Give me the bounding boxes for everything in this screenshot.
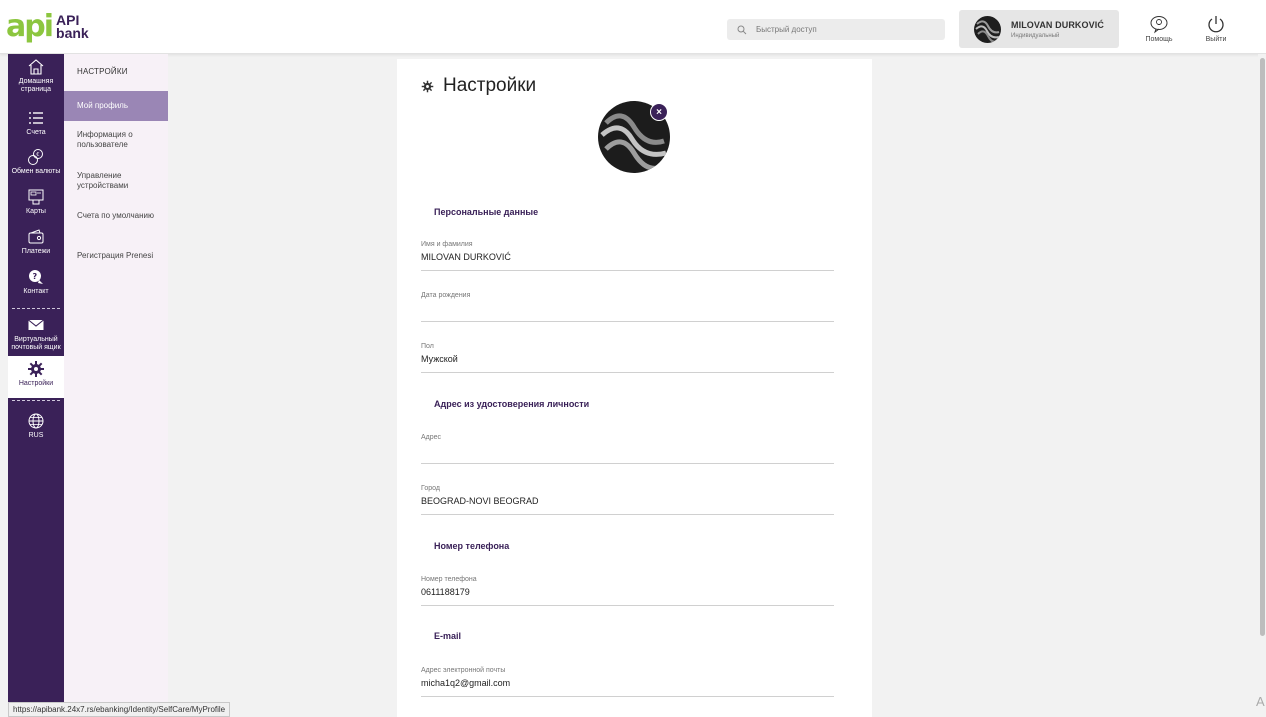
nav-contact-label: Контакт [23,288,49,295]
nav-settings-content: Настройки [8,360,64,388]
settings-gear-icon [421,80,434,92]
full-name-value: MILOVAN DURKOVIĆ [421,252,511,262]
nav-home-label: Домашняя страница [18,78,54,93]
email-label: Адрес электронной почты [421,667,506,674]
settings-submenu: НАСТРОЙКИ Мой профиль Информация о польз… [64,54,168,702]
birth-date-label: Дата рождения [421,292,471,299]
remove-avatar-button[interactable]: × [650,103,668,121]
list-icon [29,112,43,124]
home-icon [28,59,44,75]
power-icon [1208,16,1224,33]
nav-cards-label: Карты [26,208,46,215]
globe-icon [28,413,44,429]
nav-settings[interactable]: Настройки [8,356,64,398]
city-field[interactable]: Город BEOGRAD-NOVI BEOGRAD [421,485,834,515]
submenu-default-accounts[interactable]: Счета по умолчанию [64,211,168,221]
phone-value: 0611188179 [421,587,470,597]
city-label: Город [421,485,440,492]
quick-access-search[interactable]: Быстрый доступ [727,19,945,40]
page-title-text: Настройки [443,75,537,96]
city-value: BEOGRAD-NOVI BEOGRAD [421,496,539,506]
birth-date-field[interactable]: Дата рождения [421,292,834,322]
full-name-label: Имя и фамилия [421,241,473,248]
logo-text: API bank [56,13,89,41]
nav-divider [12,308,60,309]
logo-line-2: bank [56,25,89,41]
submenu-user-info[interactable]: Информация о пользователе [64,130,168,150]
section-id-address: Адрес из удостоверения личности [434,399,590,409]
nav-currency-exchange[interactable]: € Обмен валюты [8,148,64,176]
nav-settings-label: Настройки [18,380,54,387]
search-icon [737,25,747,34]
gender-value: Мужской [421,354,458,364]
logo-mark: api [6,9,54,44]
currency-exchange-icon: € [28,149,43,165]
profile-card: Настройки × Персональные данные Имя и фа… [397,59,872,717]
logout-label: Выйти [1205,36,1227,43]
nav-mailbox-label: Виртуальный почтовый ящик [11,336,61,351]
user-avatar [974,16,1001,43]
nav-language[interactable]: RUS [8,412,64,440]
nav-accounts[interactable]: Счета [8,109,64,137]
help-label: Помощь [1145,36,1173,43]
section-email: E-mail [434,631,462,641]
user-profile-card[interactable]: MILOVAN DURKOVIĆ Индивидуальный [959,10,1119,48]
nav-accounts-label: Счета [26,129,46,136]
gender-field[interactable]: Пол Мужской [421,343,834,373]
page-title: Настройки [421,75,536,97]
submenu-my-profile[interactable]: Мой профиль [64,91,168,121]
address-field[interactable]: Адрес [421,434,834,464]
help-button[interactable]: Помощь [1139,14,1179,48]
cards-icon [28,189,44,205]
main-navigation: Домашняя страница Счета € Обмен валюты К… [8,54,64,702]
wallet-icon [28,229,44,244]
mail-icon [28,319,44,330]
nav-payments[interactable]: Платежи [8,228,64,256]
nav-payments-label: Платежи [21,248,51,255]
help-bulb-icon [1150,16,1168,34]
phone-field[interactable]: Номер телефона 0611188179 [421,576,834,606]
logout-button[interactable]: Выйти [1196,14,1236,48]
address-label: Адрес [421,434,442,441]
nav-divider [12,400,60,401]
section-personal-data: Персональные данные [434,207,539,217]
submenu-prenesi-registration[interactable]: Регистрация Prenesi [64,251,168,261]
user-type: Индивидуальный [1011,33,1060,39]
api-bank-logo[interactable]: api API bank [6,10,126,44]
full-name-field[interactable]: Имя и фамилия MILOVAN DURKOVIĆ [421,241,834,271]
nav-virtual-mailbox[interactable]: Виртуальный почтовый ящик [8,316,64,352]
section-phone: Номер телефона [434,541,510,551]
nav-currency-label: Обмен валюты [11,168,61,175]
svg-text:€: € [36,152,39,158]
status-url: https://apibank.24x7.rs/ebanking/Identit… [8,702,231,717]
email-value: micha1q2@gmail.com [421,678,511,688]
nav-home[interactable]: Домашняя страница [8,58,64,94]
svg-text:?: ? [33,272,38,281]
top-bar: api API bank Быстрый доступ MILOVAN DURK… [0,0,1266,54]
gender-label: Пол [421,343,434,350]
phone-label: Номер телефона [421,576,477,583]
user-name: MILOVAN DURKOVIĆ [1011,20,1104,30]
nav-contact[interactable]: ? Контакт [8,268,64,296]
nav-cards[interactable]: Карты [8,188,64,216]
email-field[interactable]: Адрес электронной почты micha1q2@gmail.c… [421,667,834,697]
search-placeholder: Быстрый доступ [756,25,817,34]
page-scrollbar-thumb[interactable] [1260,58,1265,636]
nav-language-label: RUS [28,432,44,439]
submenu-device-management[interactable]: Управление устройствами [64,171,168,191]
chat-icon: ? [29,270,43,284]
gear-icon [28,361,44,377]
corner-glyph: A [1256,694,1265,709]
submenu-title: НАСТРОЙКИ [77,67,128,76]
